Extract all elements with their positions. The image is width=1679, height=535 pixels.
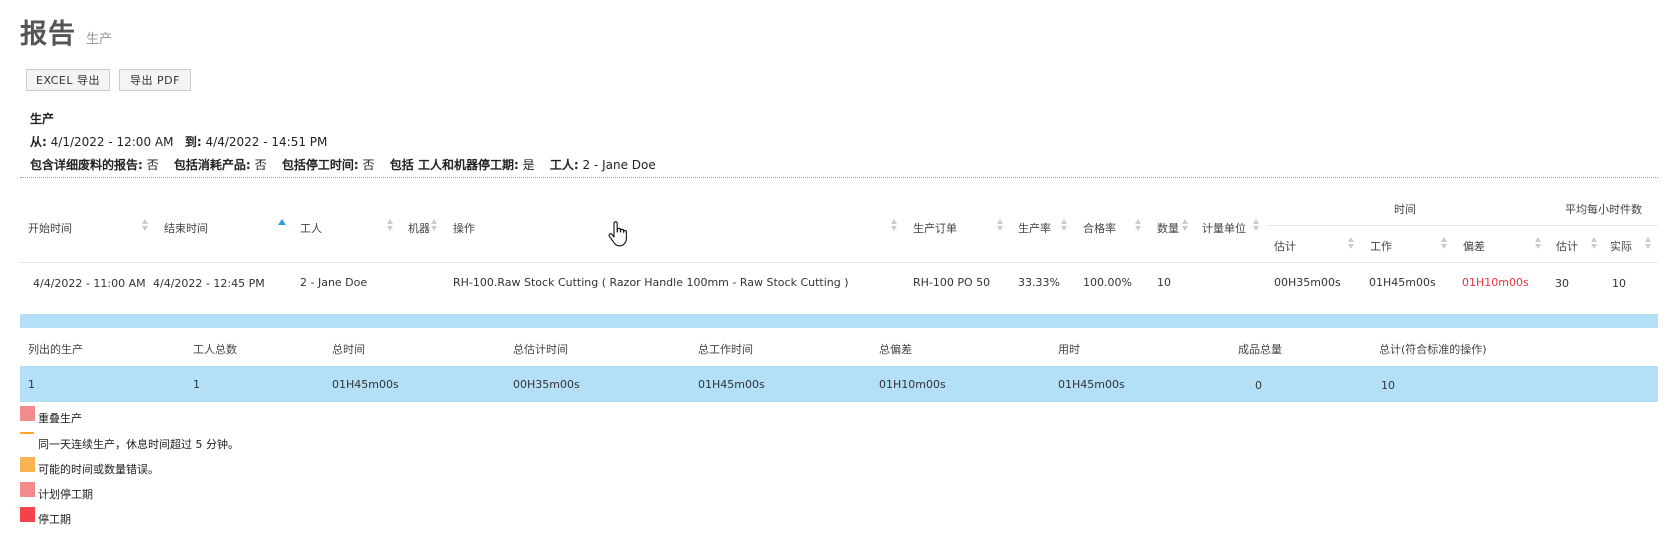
legend-overlap-label: 重叠生产	[38, 412, 82, 425]
col-header-operation[interactable]: 操作	[453, 220, 475, 236]
legend-break-label: 同一天连续生产，休息时间超过 5 分钟。	[38, 438, 239, 451]
summary-used: 01H45m00s	[1058, 378, 1125, 391]
legend-downtime-label: 停工期	[38, 513, 71, 526]
summary-header-used: 用时	[1058, 343, 1080, 356]
col-header-order[interactable]: 生产订单	[913, 220, 957, 236]
legend-error-label: 可能的时间或数量错误。	[38, 463, 159, 476]
col-header-avg-actual[interactable]: 实际	[1610, 238, 1632, 254]
col-header-time-est[interactable]: 估计	[1274, 238, 1296, 254]
summary-products: 0	[1255, 379, 1262, 392]
col-header-worker[interactable]: 工人	[300, 220, 322, 236]
cell-time-dev: 01H10m00s	[1462, 276, 1529, 289]
report-params-title: 生产	[30, 112, 55, 126]
report-date-range: 从: 4/1/2022 - 12:00 AM 到: 4/4/2022 - 14:…	[30, 133, 327, 150]
hand-cursor-icon	[608, 221, 627, 247]
summary-total-dev: 01H10m00s	[879, 378, 946, 391]
to-value: 4/4/2022 - 14:51 PM	[205, 135, 328, 149]
legend-planned-label: 计划停工期	[38, 488, 93, 501]
legend-break-line	[20, 432, 34, 434]
page-title: 报告 生产	[20, 12, 112, 51]
col-header-machine[interactable]: 机器	[408, 220, 430, 236]
legend-error-swatch	[20, 457, 35, 472]
legend-overlap-swatch	[20, 406, 35, 421]
group-header-time: 时间	[1394, 203, 1416, 216]
report-options: 包含详细废料的报告: 否 包括消耗产品: 否 包括停工时间: 否 包括 工人和机…	[30, 156, 656, 173]
summary-header-total-time: 总时间	[332, 343, 365, 356]
pdf-export-button[interactable]: 导出 PDF	[119, 69, 191, 91]
summary-header-total-dev: 总偏差	[879, 343, 912, 356]
separator	[20, 177, 1658, 178]
to-label: 到:	[184, 135, 202, 149]
cell-avg-actual: 10	[1612, 277, 1626, 290]
summary-row	[20, 366, 1658, 402]
col-header-start[interactable]: 开始时间	[28, 220, 72, 236]
summary-header-products: 成品总量	[1238, 343, 1282, 356]
from-value: 4/1/2022 - 12:00 AM	[50, 135, 174, 149]
downtime-value: 否	[362, 158, 375, 172]
worker-value: 2 - Jane Doe	[582, 158, 656, 172]
summary-workers: 1	[193, 378, 200, 391]
summary-total-std: 10	[1381, 379, 1395, 392]
col-header-time-work[interactable]: 工作	[1370, 238, 1392, 254]
cell-qty: 10	[1157, 276, 1171, 289]
summary-header-total-work: 总工作时间	[698, 343, 753, 356]
cell-operation: RH-100.Raw Stock Cutting ( Razor Handle …	[453, 276, 849, 289]
cell-time-work: 01H45m00s	[1369, 276, 1436, 289]
worker-machine-label: 包括 工人和机器停工期:	[389, 158, 519, 172]
cell-start: 4/4/2022 - 11:00 AM	[33, 277, 146, 290]
page-title-main: 报告	[20, 19, 76, 50]
group-header-divider	[1267, 225, 1658, 226]
cell-pass-rate: 100.00%	[1083, 276, 1132, 289]
cell-avg-est: 30	[1555, 277, 1569, 290]
group-header-avg: 平均每小时件数	[1565, 203, 1642, 216]
col-header-unit[interactable]: 计量单位	[1202, 220, 1246, 236]
cell-worker: 2 - Jane Doe	[300, 276, 368, 289]
cell-rate: 33.33%	[1018, 276, 1060, 289]
summary-header-workers: 工人总数	[193, 343, 237, 356]
legend-downtime-swatch	[20, 507, 35, 522]
cell-order: RH-100 PO 50	[913, 276, 991, 289]
summary-header-total-std: 总计(符合标准的操作)	[1379, 343, 1487, 356]
summary-header-total-est: 总估计时间	[513, 343, 568, 356]
summary-total-est: 00H35m00s	[513, 378, 580, 391]
col-header-pass-rate[interactable]: 合格率	[1083, 220, 1116, 236]
downtime-label: 包括停工时间:	[281, 158, 359, 172]
header-divider	[20, 262, 1658, 263]
worker-label: 工人:	[549, 158, 579, 172]
page-subtitle: 生产	[86, 32, 113, 47]
summary-total-time: 01H45m00s	[332, 378, 399, 391]
col-header-end[interactable]: 结束时间	[164, 220, 208, 236]
col-header-qty[interactable]: 数量	[1157, 220, 1179, 236]
summary-header-listed: 列出的生产	[28, 343, 83, 356]
summary-total-work: 01H45m00s	[698, 378, 765, 391]
scrap-value: 否	[146, 158, 159, 172]
col-header-rate[interactable]: 生产率	[1018, 220, 1051, 236]
from-label: 从:	[30, 135, 47, 149]
excel-export-button[interactable]: EXCEL 导出	[26, 69, 110, 91]
consumed-value: 否	[254, 158, 267, 172]
consumed-label: 包括消耗产品:	[173, 158, 251, 172]
cell-end: 4/4/2022 - 12:45 PM	[153, 277, 265, 290]
worker-machine-value: 是	[522, 158, 535, 172]
col-header-time-dev[interactable]: 偏差	[1463, 238, 1485, 254]
summary-listed: 1	[28, 378, 35, 391]
cell-time-est: 00H35m00s	[1274, 276, 1341, 289]
scrap-label: 包含详细废料的报告:	[30, 158, 143, 172]
sort-ascending-icon[interactable]	[278, 219, 286, 225]
summary-separator-bar	[20, 314, 1658, 328]
col-header-avg-est[interactable]: 估计	[1556, 238, 1578, 254]
legend-planned-swatch	[20, 482, 35, 497]
